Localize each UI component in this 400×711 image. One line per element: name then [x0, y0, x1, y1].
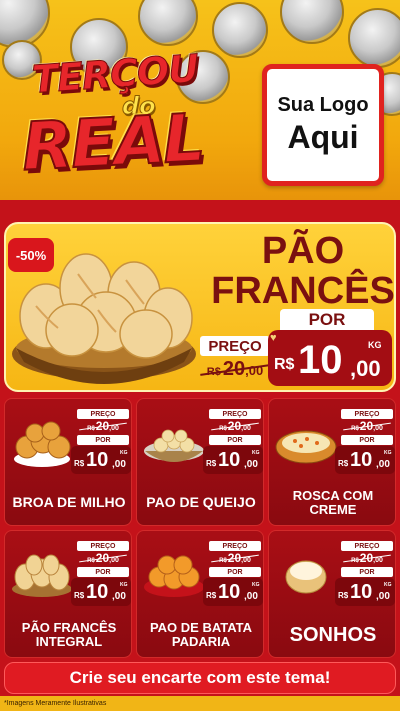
new-price: R$ 10 ,00 KG — [335, 446, 395, 474]
coin-icon — [138, 0, 198, 46]
product-card-broa[interactable]: PREÇO R$ 20 ,00 POR R$ 10 ,00 KG BROA DE… — [4, 398, 132, 526]
preco-label: PREÇO — [209, 409, 261, 419]
price-currency: R$ — [206, 591, 217, 600]
price-cents: ,00 — [244, 459, 258, 470]
price-cents: ,00 — [376, 459, 390, 470]
product-name: ROSCA COM CREME — [292, 487, 374, 517]
price-unit: KG — [252, 450, 260, 456]
por-label: POR — [209, 435, 261, 445]
price-currency: R$ — [74, 459, 85, 468]
price-unit: KG — [368, 340, 382, 350]
disclaimer-text: *Imagens Meramente Ilustrativas — [0, 696, 400, 711]
coin-icon — [280, 0, 344, 44]
header-banner: TERÇOU do REAL Sua Logo Aqui — [0, 0, 400, 200]
por-label: POR — [341, 435, 393, 445]
brand-title-real: REAL — [19, 98, 206, 186]
old-price-cents: ,00 — [373, 425, 383, 432]
sonho-image — [285, 560, 327, 594]
featured-title-line2: FRANCÊS — [211, 270, 395, 312]
preco-label: PREÇO — [200, 336, 270, 356]
price-int: 10 — [298, 338, 343, 382]
price-currency: R$ — [74, 591, 85, 600]
logo-placeholder[interactable]: Sua Logo Aqui — [262, 64, 384, 186]
new-price: R$ 10 ,00 KG — [203, 446, 263, 474]
new-price: R$ 10 ,00 KG — [71, 578, 131, 606]
heart-icon: ♥ — [270, 332, 277, 344]
pao-de-batata-image — [144, 555, 204, 597]
new-price: R$ 10 ,00 KG — [203, 578, 263, 606]
por-label: POR — [77, 435, 129, 445]
pao-integral-image — [12, 554, 72, 597]
new-price: R$ 10 ,00 KG — [71, 446, 131, 474]
por-label: POR — [341, 567, 393, 577]
create-flyer-button[interactable]: Crie seu encarte com este tema! — [4, 662, 396, 694]
price-unit: KG — [384, 450, 392, 456]
preco-label: PREÇO — [77, 409, 129, 419]
product-card-pao-de-queijo[interactable]: PREÇO R$ 20 ,00 POR R$ 10 ,00 KG PAO DE … — [136, 398, 264, 526]
featured-product-title: PÃO FRANCÊS — [210, 232, 396, 310]
por-label: POR — [280, 309, 374, 331]
logo-line1: Sua Logo — [277, 94, 369, 116]
price-unit: KG — [384, 582, 392, 588]
old-price-value: R$ 20 ,00 — [77, 551, 129, 565]
old-price-value: R$ 20 ,00 — [209, 419, 261, 433]
price-cents: ,00 — [350, 356, 381, 381]
old-price-cents: ,00 — [241, 425, 251, 432]
featured-title-line1: PÃO — [261, 230, 345, 272]
price-currency: R$ — [338, 459, 349, 468]
rosca-image — [275, 430, 337, 464]
old-price-value: R$ 20 ,00 — [77, 419, 129, 433]
old-price-cents: ,00 — [109, 557, 119, 564]
old-price-cents: ,00 — [241, 557, 251, 564]
old-price-value: R$ 20 ,00 — [341, 419, 393, 433]
pao-de-queijo-image — [144, 429, 204, 462]
preco-label: PREÇO — [341, 541, 393, 551]
price-currency: R$ — [338, 591, 349, 600]
old-price-value: R$ 20 ,00 — [200, 358, 270, 382]
price-int: 10 — [350, 581, 373, 603]
price-int: 10 — [86, 581, 109, 603]
price-currency: R$ — [274, 356, 295, 373]
logo-line2: Aqui — [287, 119, 359, 155]
price-currency: R$ — [206, 459, 217, 468]
brand-title-tercou: TERÇOU — [30, 46, 200, 102]
product-card-rosca[interactable]: PREÇO R$ 20 ,00 POR R$ 10 ,00 KG ROSCA C… — [268, 398, 396, 526]
price-int: 10 — [218, 449, 241, 471]
coin-icon — [212, 2, 268, 58]
price-cents: ,00 — [112, 459, 126, 470]
price-cents: ,00 — [244, 591, 258, 602]
por-label: POR — [209, 567, 261, 577]
old-price-value: R$ 20 ,00 — [209, 551, 261, 565]
price-unit: KG — [252, 582, 260, 588]
product-name: BROA DE MILHO — [12, 494, 126, 511]
featured-old-price: PREÇO R$ 20 ,00 — [200, 336, 270, 382]
brand-logo: TERÇOU do REAL — [18, 46, 248, 187]
product-name: PAO DE QUEIJO — [146, 494, 256, 511]
new-price: R$ 10 ,00 KG — [335, 578, 395, 606]
price-cents: ,00 — [112, 591, 126, 602]
price-int: 10 — [86, 449, 109, 471]
por-label: POR — [77, 567, 129, 577]
price-int: 10 — [350, 449, 373, 471]
old-price-cents: ,00 — [109, 425, 119, 432]
product-name: PAO DE BATATA PADARIA — [149, 619, 253, 649]
price-unit: KG — [120, 450, 128, 456]
price-cents: ,00 — [376, 591, 390, 602]
old-price-cents: ,00 — [373, 557, 383, 564]
old-price-value: R$ 20 ,00 — [341, 551, 393, 565]
coin-icon — [348, 8, 400, 68]
product-card-pao-de-batata[interactable]: PREÇO R$ 20 ,00 POR R$ 10 ,00 KG PAO DE … — [136, 530, 264, 658]
featured-new-price: R$ 10 ,00 KG — [268, 330, 392, 386]
preco-label: PREÇO — [209, 541, 261, 551]
product-name: PÃO FRANCÊS INTEGRAL — [21, 619, 117, 649]
product-card-sonhos[interactable]: PREÇO R$ 20 ,00 POR R$ 10 ,00 KG SONHOS — [268, 530, 396, 658]
product-card-pao-frances-integral[interactable]: PREÇO R$ 20 ,00 POR R$ 10 ,00 KG PÃO FRA… — [4, 530, 132, 658]
product-name: SONHOS — [289, 624, 377, 646]
price-int: 10 — [218, 581, 241, 603]
discount-badge: -50% — [8, 238, 54, 272]
preco-label: PREÇO — [341, 409, 393, 419]
broa-image — [14, 421, 71, 467]
preco-label: PREÇO — [77, 541, 129, 551]
price-unit: KG — [120, 582, 128, 588]
